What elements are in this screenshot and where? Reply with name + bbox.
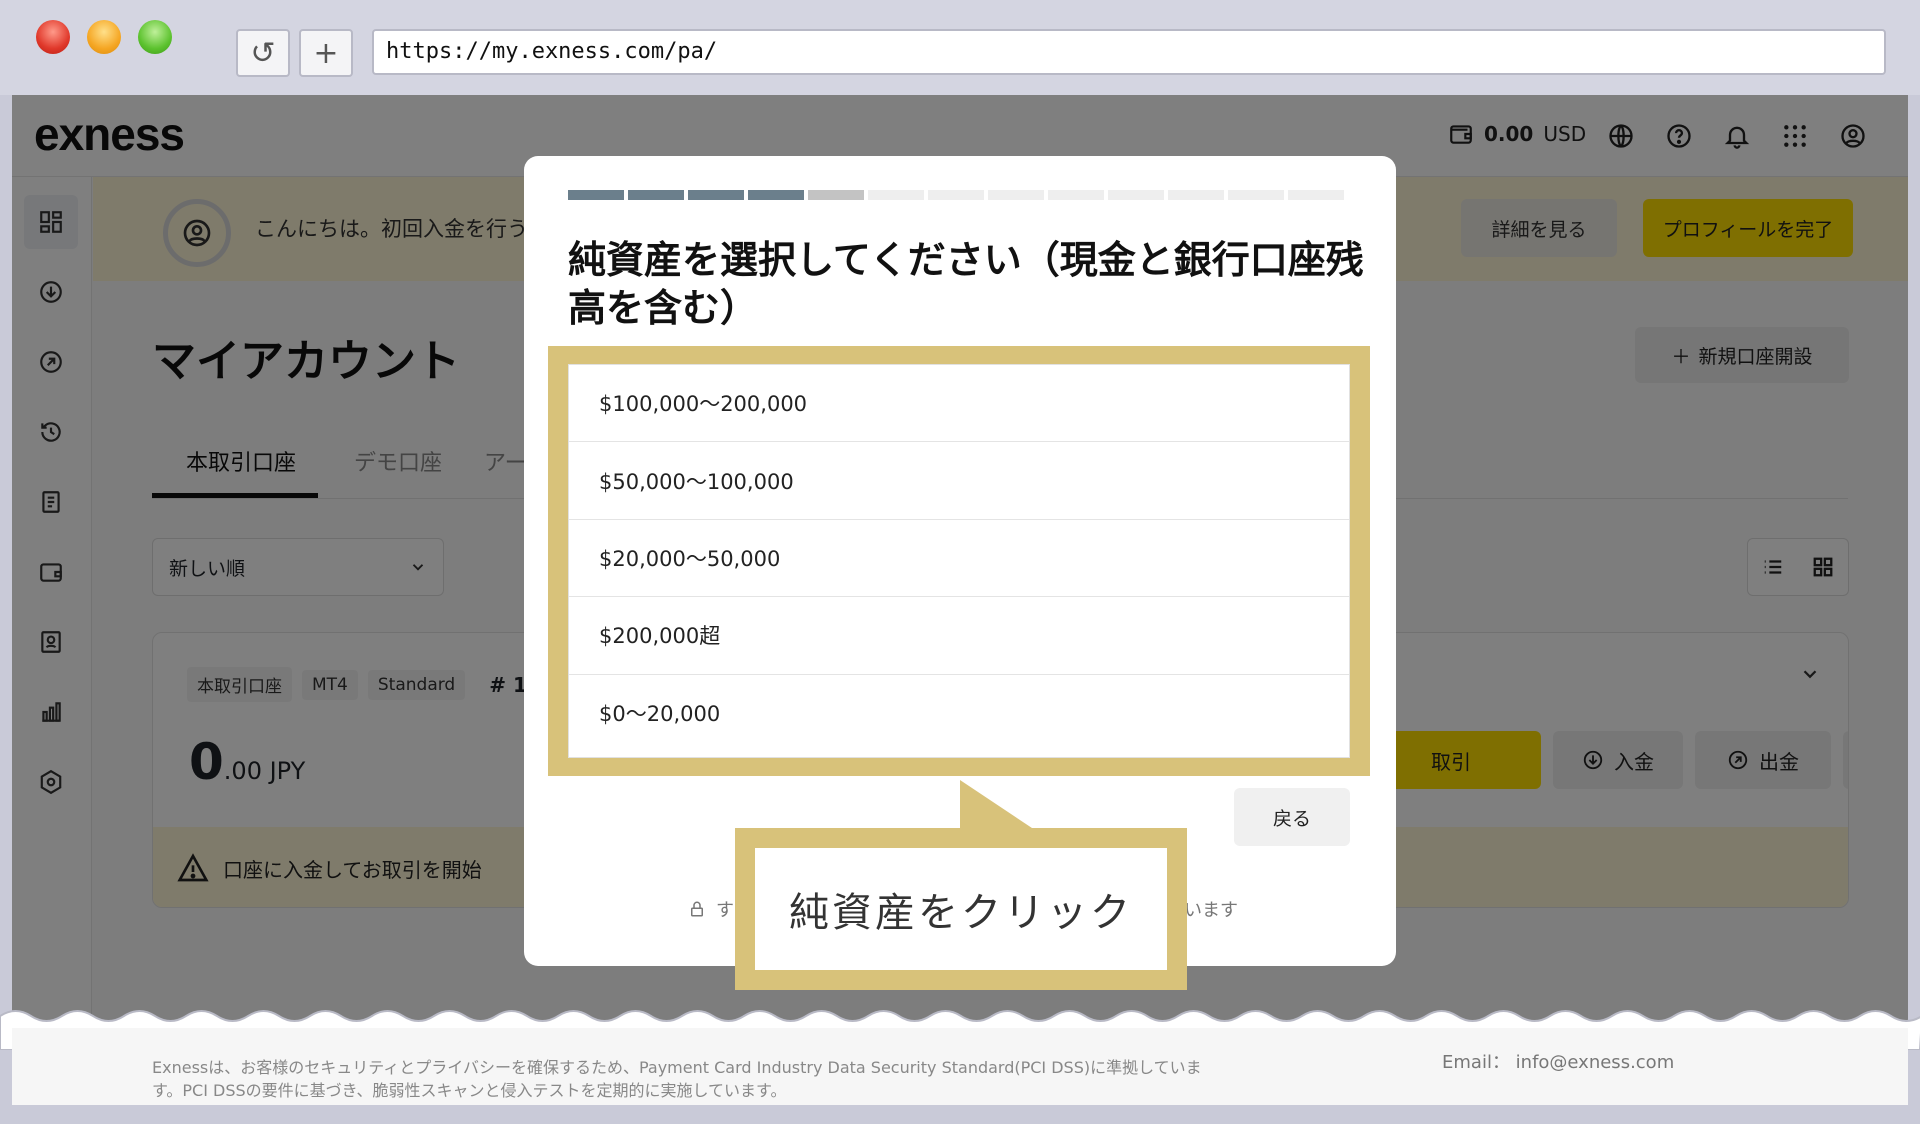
address-bar[interactable]: https://my.exness.com/pa/ (372, 29, 1886, 75)
progress-segment (1168, 190, 1224, 200)
option-100k-200k[interactable]: $100,000〜200,000 (569, 365, 1349, 443)
minimize-window-button[interactable] (87, 20, 121, 54)
option-0-20k[interactable]: $0〜20,000 (569, 675, 1349, 752)
footer-text: Exnessは、お客様のセキュリティとプライバシーを確保するため、Payment… (152, 1058, 1202, 1100)
net-worth-options: $100,000〜200,000 $50,000〜100,000 $20,000… (568, 364, 1350, 758)
progress-segment (748, 190, 804, 200)
progress-segment (1108, 190, 1164, 200)
option-50k-100k[interactable]: $50,000〜100,000 (569, 442, 1349, 520)
footer-email[interactable]: Email： info@exness.com (1442, 1048, 1674, 1074)
reload-button[interactable]: ↺ (236, 29, 290, 77)
close-window-button[interactable] (36, 20, 70, 54)
plus-icon: + (313, 35, 339, 71)
step-progress (568, 190, 1344, 200)
back-button[interactable]: 戻る (1234, 788, 1350, 846)
instruction-callout: 純資産をクリック (735, 828, 1187, 990)
progress-segment (928, 190, 984, 200)
callout-text: 純資産をクリック (755, 848, 1167, 970)
browser-chrome: ↺ + https://my.exness.com/pa/ (0, 0, 1920, 95)
lock-icon (691, 901, 703, 917)
progress-segment (988, 190, 1044, 200)
progress-segment (688, 190, 744, 200)
progress-segment (868, 190, 924, 200)
new-tab-button[interactable]: + (299, 29, 353, 77)
security-note-start: す (716, 900, 734, 921)
reload-icon: ↺ (250, 35, 276, 71)
progress-segment (628, 190, 684, 200)
page-footer: Exnessは、お客様のセキュリティとプライバシーを確保するため、Payment… (12, 1028, 1908, 1105)
progress-segment (1048, 190, 1104, 200)
progress-segment (1228, 190, 1284, 200)
progress-segment (568, 190, 624, 200)
progress-segment (1288, 190, 1344, 200)
progress-segment (808, 190, 864, 200)
option-20k-50k[interactable]: $20,000〜50,000 (569, 520, 1349, 598)
dialog-title: 純資産を選択してください（現金と銀行口座残高を含む） (568, 238, 1364, 330)
maximize-window-button[interactable] (138, 20, 172, 54)
option-over-200k[interactable]: $200,000超 (569, 597, 1349, 675)
security-note-end: います (1184, 900, 1238, 921)
